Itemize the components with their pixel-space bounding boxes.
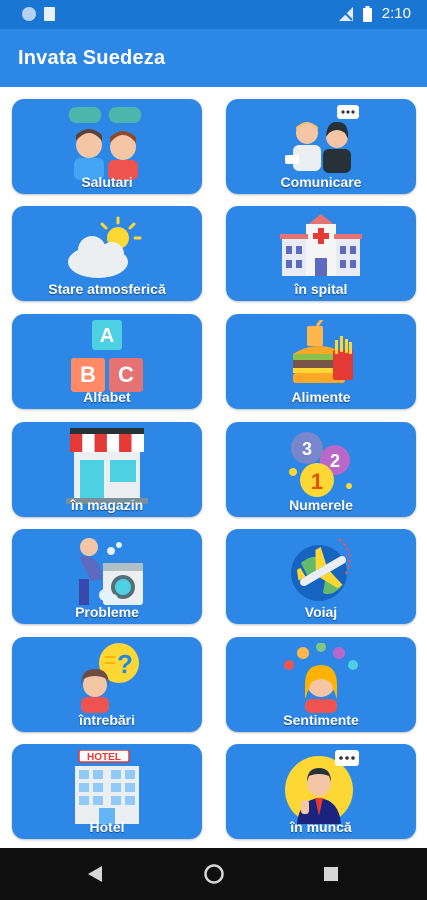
travel-plane-icon xyxy=(291,538,351,601)
category-card-probleme[interactable]: Probleme xyxy=(12,529,202,624)
number-3: 3 xyxy=(302,439,312,459)
category-label: Voiaj xyxy=(304,604,338,620)
category-grid: Salutari Comunicare Stare atmosferică în… xyxy=(0,87,427,848)
category-label: Alimente xyxy=(291,389,351,405)
category-label: Sentimente xyxy=(283,712,359,728)
category-card-in-magazin[interactable]: în magazin xyxy=(12,422,202,517)
abc-letter: B xyxy=(80,362,96,387)
category-card-numerele[interactable]: 3 2 1 Numerele xyxy=(226,422,416,517)
app-title: Invata Suedeza xyxy=(18,47,166,69)
shop-icon xyxy=(66,428,148,504)
category-label: în muncă xyxy=(290,819,352,835)
food-icon xyxy=(293,320,353,383)
back-icon[interactable] xyxy=(88,866,102,882)
category-label: Alfabet xyxy=(83,389,131,405)
category-card-alimente[interactable]: Alimente xyxy=(226,314,416,409)
category-card-sentimente[interactable]: Sentimente xyxy=(226,637,416,732)
battery-icon xyxy=(362,5,372,22)
category-card-alfabet[interactable]: A B C Alfabet xyxy=(12,314,202,409)
category-label: Hotel xyxy=(89,819,125,835)
communication-icon xyxy=(285,105,359,173)
status-bar: 2:10 xyxy=(0,0,427,29)
notification-dot-icon xyxy=(22,7,36,21)
category-card-intrebari[interactable]: ? întrebări xyxy=(12,637,202,732)
category-card-comunicare[interactable]: Comunicare xyxy=(226,99,416,194)
number-2: 2 xyxy=(330,451,340,471)
abc-blocks-icon: A B C xyxy=(71,320,143,392)
category-card-voiaj[interactable]: Voiaj xyxy=(226,529,416,624)
category-card-salutari[interactable]: Salutari xyxy=(12,99,202,194)
number-1: 1 xyxy=(311,469,323,494)
hospital-icon xyxy=(280,214,362,276)
category-label: în spital xyxy=(294,281,348,297)
abc-letter: A xyxy=(100,325,114,347)
question-girl-icon: ? xyxy=(81,643,139,713)
category-label: întrebări xyxy=(78,712,135,728)
status-right: 2:10 xyxy=(338,5,411,22)
category-label: Comunicare xyxy=(280,174,362,190)
sd-card-icon xyxy=(44,7,55,21)
category-label: Salutari xyxy=(81,174,133,190)
status-time: 2:10 xyxy=(381,5,411,22)
category-label: în magazin xyxy=(70,497,144,513)
work-man-icon xyxy=(285,750,359,824)
category-label: Probleme xyxy=(75,604,139,620)
laundry-problem-icon xyxy=(79,538,143,605)
app-bar: Invata Suedeza xyxy=(0,29,427,87)
category-label: Numerele xyxy=(289,497,353,513)
hotel-building-icon: HOTEL xyxy=(75,750,139,824)
category-card-hotel[interactable]: HOTEL Hotel xyxy=(12,744,202,839)
home-icon[interactable] xyxy=(203,863,225,885)
recents-icon[interactable] xyxy=(324,867,338,881)
navigation-bar xyxy=(0,848,427,900)
hotel-sign-text: HOTEL xyxy=(87,752,121,763)
no-signal-icon xyxy=(338,6,353,21)
category-card-stare-atmosferica[interactable]: Stare atmosferică xyxy=(12,206,202,301)
numbers-balloons-icon: 3 2 1 xyxy=(289,432,352,497)
question-mark: ? xyxy=(117,649,133,679)
weather-icon xyxy=(68,216,142,278)
category-card-in-munca[interactable]: în muncă xyxy=(226,744,416,839)
abc-letter: C xyxy=(118,362,134,387)
status-left xyxy=(22,7,55,21)
greeting-people-icon xyxy=(69,107,141,180)
category-card-in-spital[interactable]: în spital xyxy=(226,206,416,301)
category-label: Stare atmosferică xyxy=(48,281,166,297)
feelings-balloons-icon xyxy=(284,643,358,713)
